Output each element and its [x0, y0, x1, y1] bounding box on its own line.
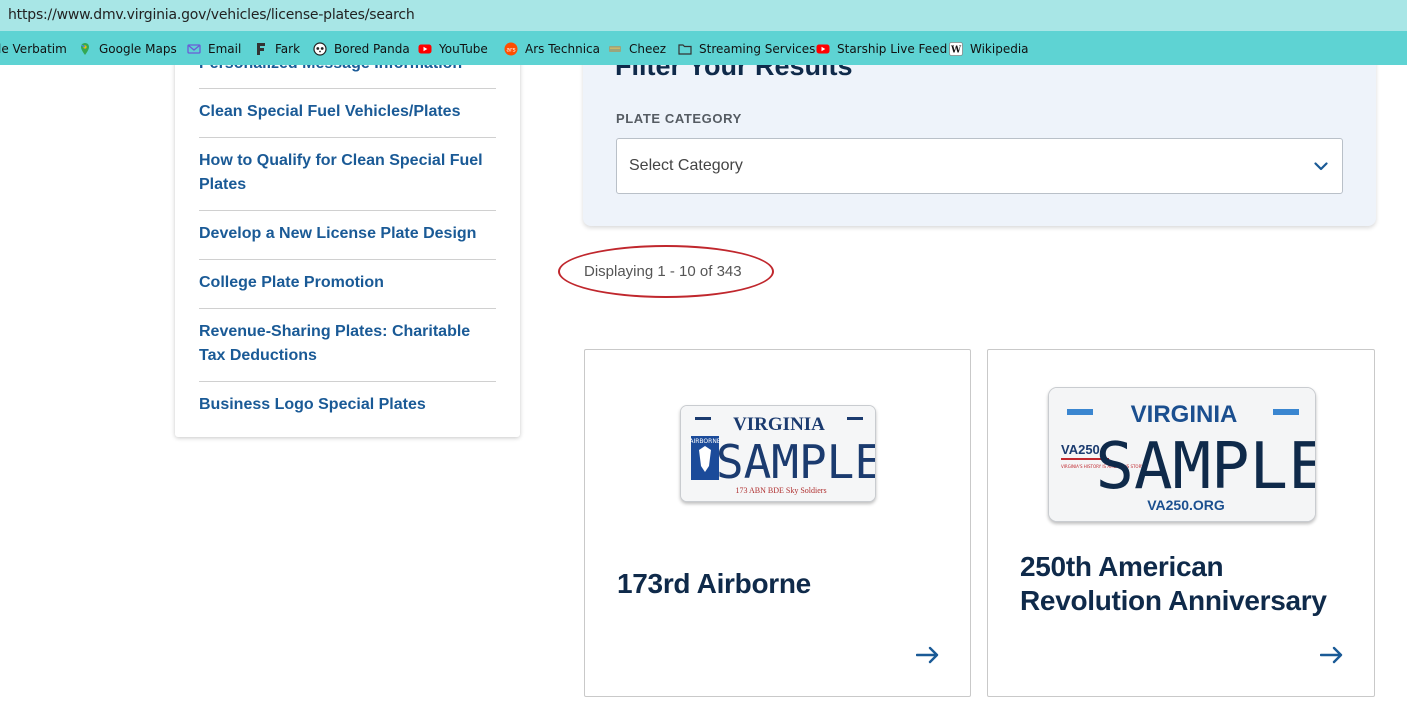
bookmark-label: YouTube: [439, 42, 488, 56]
sidebar-item-clean-special-fuel[interactable]: Clean Special Fuel Vehicles/Plates: [199, 100, 496, 124]
card-title[interactable]: 250th American Revolution Anniversary: [1020, 550, 1350, 618]
google-maps-icon: [81, 43, 89, 55]
bookmark-label: Cheez: [629, 42, 667, 56]
plate-card-173rd-airborne[interactable]: VIRGINIA AIRBORNE SAMPLE 173 ABN BDE Sky…: [584, 349, 971, 697]
plate-number: SAMPLE: [1095, 430, 1316, 504]
sidebar-divider: [199, 210, 496, 211]
plate-category-select[interactable]: Select Category: [616, 138, 1343, 194]
plate-image: VIRGINIA VA250 VIRGINIA'S HISTORY IS AME…: [1048, 387, 1316, 522]
youtube-icon: [418, 44, 432, 54]
address-bar[interactable]: https://www.dmv.virginia.gov/vehicles/li…: [0, 0, 1407, 31]
bookmark-label: Wikipedia: [970, 42, 1029, 56]
filter-panel: Filter Your Results PLATE CATEGORY Selec…: [583, 40, 1376, 226]
bookmark-label: le Verbatim: [0, 42, 67, 56]
plate-image: VIRGINIA AIRBORNE SAMPLE 173 ABN BDE Sky…: [680, 405, 876, 502]
sidebar-item-revenue-sharing[interactable]: Revenue-Sharing Plates: Charitable Tax D…: [199, 320, 496, 368]
bored-panda-icon: [313, 42, 327, 56]
plate-category-label: PLATE CATEGORY: [616, 111, 742, 126]
bookmark-verbatim[interactable]: le Verbatim: [0, 40, 67, 58]
bookmark-starship-live-feed[interactable]: Starship Live Feed: [816, 40, 947, 58]
license-plate-graphic: VIRGINIA AIRBORNE SAMPLE 173 ABN BDE Sky…: [681, 406, 876, 501]
bookmark-email[interactable]: Email: [187, 40, 241, 58]
plate-state: VIRGINIA: [1131, 401, 1238, 428]
bookmarks-bar: le Verbatim Google Maps Email Fark Bored…: [0, 31, 1407, 65]
sidebar-item-business-logo[interactable]: Business Logo Special Plates: [199, 393, 496, 417]
svg-text:ars: ars: [506, 47, 515, 54]
select-placeholder: Select Category: [629, 157, 743, 174]
sidebar-item-college-plate[interactable]: College Plate Promotion: [199, 271, 496, 295]
youtube-icon: [816, 44, 830, 54]
ars-technica-icon: ars: [504, 42, 518, 56]
bookmark-label: Email: [208, 42, 242, 56]
bookmark-wikipedia[interactable]: W Wikipedia: [949, 40, 1029, 58]
bookmark-bored-panda[interactable]: Bored Panda: [313, 40, 410, 58]
sidebar-item-develop-plate-design[interactable]: Develop a New License Plate Design: [199, 222, 496, 246]
arrow-right-icon[interactable]: [1320, 646, 1344, 664]
bookmark-label: Fark: [275, 42, 301, 56]
bookmark-cheez[interactable]: Cheez: [608, 40, 666, 58]
svg-text:W: W: [950, 46, 962, 56]
folder-icon: [678, 44, 692, 55]
plate-state: VIRGINIA: [733, 414, 825, 435]
bookmark-youtube[interactable]: YouTube: [418, 40, 488, 58]
bookmark-label: Ars Technica: [525, 42, 600, 56]
card-title[interactable]: 173rd Airborne: [617, 567, 937, 601]
chevron-down-icon: [1314, 162, 1328, 171]
bookmark-label: Streaming Services: [699, 42, 816, 56]
cheez-icon: [609, 46, 621, 52]
fark-icon: [257, 43, 265, 55]
plate-caption: 173 ABN BDE Sky Soldiers: [735, 486, 826, 495]
plate-number: SAMPLE: [716, 435, 876, 489]
sidebar-divider: [199, 308, 496, 309]
bookmark-label: Starship Live Feed: [837, 42, 948, 56]
sidebar-nav: Personalized Message Information Clean S…: [175, 40, 520, 437]
bookmark-google-maps[interactable]: Google Maps: [78, 40, 177, 58]
sidebar-divider: [199, 259, 496, 260]
sidebar-item-qualify-clean-fuel[interactable]: How to Qualify for Clean Special Fuel Pl…: [199, 149, 496, 197]
bookmark-label: Google Maps: [99, 42, 177, 56]
sidebar-divider: [199, 381, 496, 382]
bookmark-streaming-services[interactable]: Streaming Services: [678, 40, 815, 58]
bookmark-label: Bored Panda: [334, 42, 410, 56]
bookmark-fark[interactable]: Fark: [254, 40, 300, 58]
highlight-ellipse: [558, 245, 774, 298]
license-plate-graphic: VIRGINIA VA250 VIRGINIA'S HISTORY IS AME…: [1049, 388, 1316, 521]
wikipedia-icon: W: [949, 42, 963, 56]
sidebar-divider: [199, 137, 496, 138]
plate-badge: VA250: [1061, 442, 1100, 457]
bookmark-ars-technica[interactable]: ars Ars Technica: [504, 40, 600, 58]
plate-caption: VA250.ORG: [1147, 497, 1225, 513]
url-text[interactable]: https://www.dmv.virginia.gov/vehicles/li…: [8, 7, 415, 23]
email-icon: [187, 44, 201, 54]
sidebar-divider: [199, 88, 496, 89]
plate-card-250th-revolution[interactable]: VIRGINIA VA250 VIRGINIA'S HISTORY IS AME…: [987, 349, 1375, 697]
arrow-right-icon[interactable]: [916, 646, 940, 664]
